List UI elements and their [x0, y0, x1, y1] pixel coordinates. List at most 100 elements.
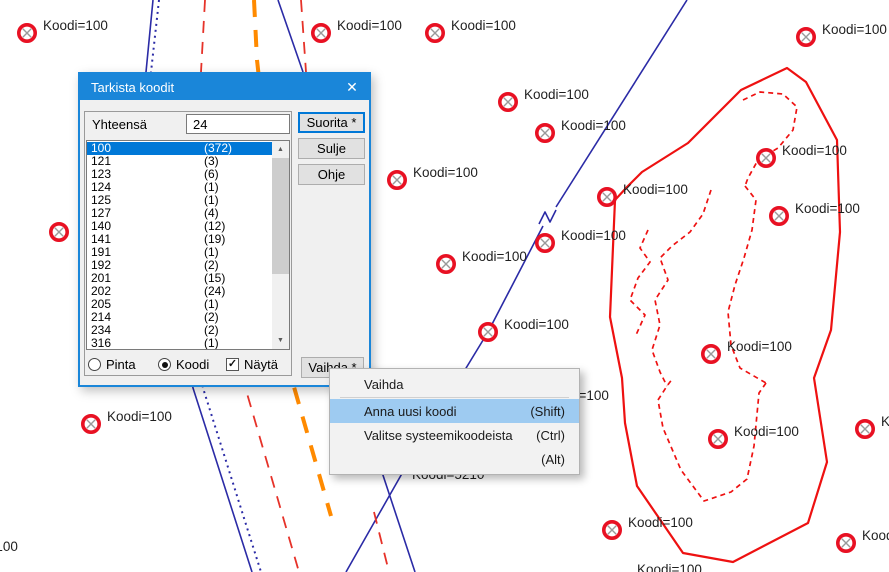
map-line-diag-break-mark: [539, 210, 556, 224]
point-marker[interactable]: Koodi=100: [500, 87, 589, 110]
point-marker[interactable]: Koodi=100: [19, 18, 108, 41]
scroll-down-icon[interactable]: ▼: [272, 332, 289, 349]
point-marker[interactable]: Koodi=100: [599, 182, 688, 205]
point-marker[interactable]: Koodi=100: [389, 165, 478, 188]
menu-item[interactable]: Anna uusi koodi (Shift): [330, 399, 579, 423]
code-value: 316: [91, 337, 204, 350]
point-code-label: Koodi=100: [462, 249, 527, 264]
ohje-button[interactable]: Ohje: [298, 164, 365, 185]
code-list-row[interactable]: 100(372): [87, 142, 272, 155]
code-list-row[interactable]: 123(6): [87, 168, 272, 181]
point-marker[interactable]: Koodi=100: [83, 409, 172, 432]
menu-item[interactable]: Vaihda: [330, 372, 579, 396]
sulje-button[interactable]: Sulje: [298, 138, 365, 159]
menu-item-label: Valitse systeemikoodeista: [364, 428, 513, 443]
scroll-thumb[interactable]: [272, 158, 289, 274]
dialog-titlebar[interactable]: Tarkista koodit ✕: [80, 74, 369, 100]
point-code-label: Koodi=100: [782, 143, 847, 158]
suorita-button[interactable]: Suorita *: [298, 112, 365, 133]
code-list-row[interactable]: 127(4): [87, 207, 272, 220]
point-code-label: Koodi=100: [451, 18, 516, 33]
menu-item-shortcut: (Ctrl): [536, 428, 565, 443]
scroll-up-icon[interactable]: ▲: [272, 141, 289, 158]
map-line-blue-top-right: [278, 0, 303, 72]
point-code-label: Koodi=100: [504, 317, 569, 332]
map-line-diag-upper: [556, 0, 687, 207]
point-code-label: Koodi=100: [734, 424, 799, 439]
list-scrollbar[interactable]: ▲ ▼: [272, 141, 289, 349]
radio-koodi-label: Koodi: [176, 357, 209, 372]
map-line-red-dash-bottom: [374, 512, 389, 572]
code-count: (1): [204, 337, 219, 350]
point-code-label: Koodi=100: [795, 201, 860, 216]
code-list-row[interactable]: 214(2): [87, 311, 272, 324]
checkbox-nayta[interactable]: ✓ Näytä: [226, 357, 278, 372]
menu-item-shortcut: (Shift): [530, 404, 565, 419]
map-text-label: Koodi=100: [0, 539, 18, 554]
point-code-label: Koodi=100: [413, 165, 478, 180]
radio-pinta[interactable]: Pinta: [88, 357, 136, 372]
point-code-label: Koodi=100: [337, 18, 402, 33]
point-marker[interactable]: Koodi=100: [313, 18, 402, 41]
point-code-label: Koodi=100: [107, 409, 172, 424]
total-count-field[interactable]: [186, 114, 290, 134]
point-marker[interactable]: Koodi=100: [758, 143, 847, 166]
code-list-row[interactable]: 316(1): [87, 337, 272, 350]
point-code-label: Koodi=100: [881, 414, 889, 429]
menu-item[interactable]: (Alt): [330, 447, 579, 471]
point-marker[interactable]: Koodi=100: [771, 201, 860, 224]
menu-item-shortcut: (Alt): [541, 452, 565, 467]
code-list-row[interactable]: 141(19): [87, 233, 272, 246]
tarkista-koodit-dialog: Tarkista koodit ✕ Yhteensä 100(372)121(3…: [78, 72, 371, 387]
point-marker[interactable]: Koodi=100: [427, 18, 516, 41]
point-code-label: Koodi=100: [628, 515, 693, 530]
menu-separator: [340, 397, 569, 398]
point-code-label: Koodi=100: [822, 22, 887, 37]
total-label: Yhteensä: [92, 117, 147, 132]
code-list-row[interactable]: 124(1): [87, 181, 272, 194]
code-list-row[interactable]: 125(1): [87, 194, 272, 207]
code-list-row[interactable]: 191(1): [87, 246, 272, 259]
map-text-label: Koodi=100: [637, 562, 702, 572]
menu-item-label: Vaihda: [364, 377, 404, 392]
code-list-row[interactable]: 234(2): [87, 324, 272, 337]
map-line-red-dashed-top2: [301, 0, 306, 72]
point-code-label: Koodi=100: [524, 87, 589, 102]
checkbox-nayta-label: Näytä: [244, 357, 278, 372]
point-marker[interactable]: Koodi=100: [537, 118, 626, 141]
point-code-label: Koodi=100: [43, 18, 108, 33]
point-code-label: Koodi=100: [561, 228, 626, 243]
close-icon[interactable]: ✕: [335, 74, 369, 100]
point-marker[interactable]: Koodi=100: [857, 414, 889, 437]
code-list-row[interactable]: 205(1): [87, 298, 272, 311]
point-code-label: Koodi=100: [727, 339, 792, 354]
code-list-row[interactable]: 121(3): [87, 155, 272, 168]
radio-pinta-label: Pinta: [106, 357, 136, 372]
map-line-inner-dash-left: [630, 230, 650, 335]
point-marker[interactable]: Koodi=100: [604, 515, 693, 538]
point-code-label: Koodi=100: [862, 528, 889, 543]
radio-koodi-circle[interactable]: [158, 358, 171, 371]
radio-pinta-circle[interactable]: [88, 358, 101, 371]
point-marker[interactable]: Koodi=100: [703, 339, 792, 362]
map-line-inner-dash-top: [743, 92, 797, 186]
point-code-label: Koodi=100: [561, 118, 626, 133]
point-code-label: Koodi=100: [623, 182, 688, 197]
code-list-row[interactable]: 192(2): [87, 259, 272, 272]
code-listbox[interactable]: 100(372)121(3)123(6)124(1)125(1)127(4)14…: [86, 140, 290, 350]
point-marker[interactable]: Koodi=100: [838, 528, 889, 551]
code-list-row[interactable]: 202(24): [87, 285, 272, 298]
point-marker[interactable]: Koodi=100: [438, 249, 527, 272]
checkbox-nayta-box[interactable]: ✓: [226, 358, 239, 371]
point-marker[interactable]: [51, 224, 67, 240]
menu-item-label: Anna uusi koodi: [364, 404, 457, 419]
point-marker[interactable]: Koodi=100: [798, 22, 887, 45]
context-menu: Vaihda Anna uusi koodi (Shift) Valitse syst…: [329, 368, 580, 475]
code-list-row[interactable]: 201(15): [87, 272, 272, 285]
app-canvas: { "map": { "marker_label": "Koodi=100", …: [0, 0, 889, 572]
menu-item[interactable]: Valitse systeemikoodeista (Ctrl): [330, 423, 579, 447]
radio-koodi[interactable]: Koodi: [158, 357, 209, 372]
code-list-row[interactable]: 140(12): [87, 220, 272, 233]
option-row: Pinta Koodi ✓ Näytä: [80, 357, 292, 377]
dialog-title: Tarkista koodit: [91, 80, 174, 95]
